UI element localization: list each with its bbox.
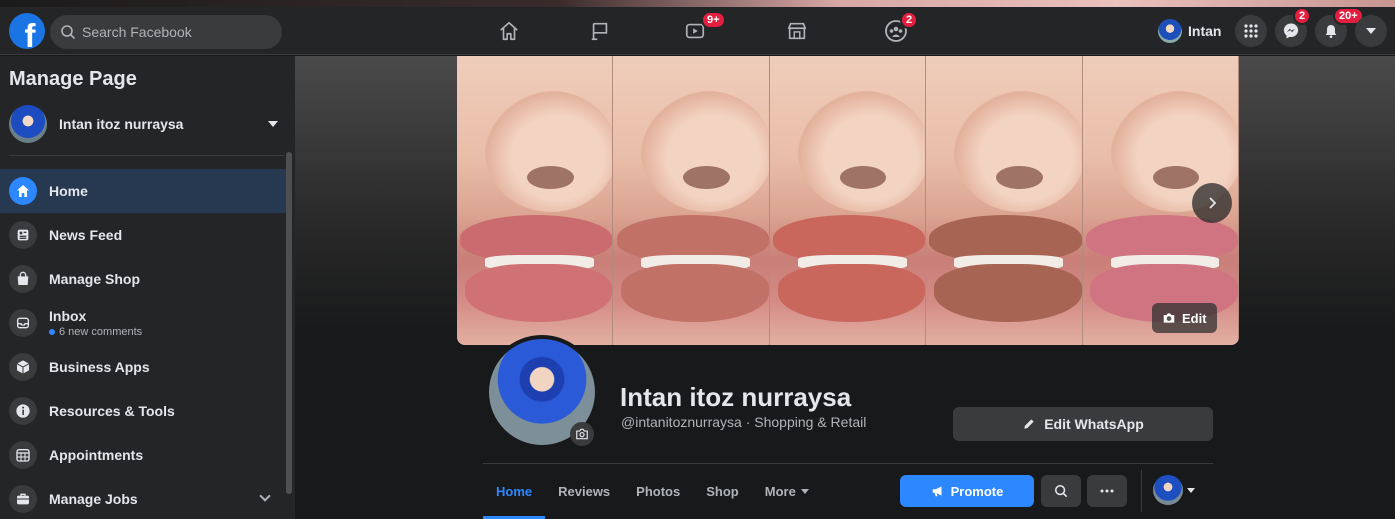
megaphone-icon (932, 486, 942, 497)
pages-flag-icon[interactable] (586, 17, 614, 45)
facebook-logo-icon[interactable]: f (9, 13, 45, 49)
messenger-icon (1283, 23, 1299, 39)
page-avatar (9, 105, 47, 143)
cube-icon (9, 353, 37, 381)
avatar (1153, 475, 1183, 505)
grid-icon (1244, 24, 1258, 38)
cover-panel (457, 56, 614, 345)
home-icon (9, 177, 37, 205)
page-switcher-name: Intan itoz nurraysa (59, 116, 184, 132)
profile-camera-button[interactable] (570, 422, 594, 446)
chevron-right-icon (1209, 197, 1217, 209)
ellipsis-icon (1100, 489, 1114, 493)
sidebar-nav: Home News Feed Manage Shop Inbox 6 new c… (0, 169, 287, 519)
unread-dot (49, 329, 55, 335)
tab-shop[interactable]: Shop (693, 464, 752, 519)
page-search-button[interactable] (1041, 475, 1081, 507)
promote-button[interactable]: Promote (900, 475, 1034, 507)
promote-label: Promote (950, 483, 1004, 499)
cover-panel (613, 56, 770, 345)
chevron-down-icon[interactable] (259, 490, 271, 502)
profile-shortcut[interactable]: Intan (1158, 15, 1221, 47)
cover-panel (769, 56, 927, 345)
tab-more[interactable]: More (752, 464, 822, 519)
profile-shortcut-name: Intan (1188, 23, 1222, 39)
inbox-icon (9, 309, 37, 337)
bell-icon (1325, 25, 1337, 38)
caret-down-icon (268, 121, 278, 127)
tab-label: Reviews (558, 484, 611, 499)
sidebar-item-label: Appointments (49, 447, 144, 463)
sidebar-item-business-apps[interactable]: Business Apps (0, 345, 287, 389)
page-main: Edit Intan itoz nurraysa @intanitoznurra… (295, 56, 1395, 519)
sidebar-item-label: Resources & Tools (49, 403, 175, 419)
tab-label: Shop (706, 484, 739, 499)
sidebar-item-label: News Feed (49, 227, 123, 243)
sidebar-item-manage-shop[interactable]: Manage Shop (0, 257, 287, 301)
page-switcher[interactable]: Intan itoz nurraysa (9, 104, 284, 144)
tab-home[interactable]: Home (483, 464, 546, 519)
sidebar-item-appointments[interactable]: Appointments (0, 433, 287, 477)
caret-down-icon (1187, 487, 1195, 493)
caret-down-icon (800, 489, 809, 494)
caret-down-icon (1366, 28, 1376, 34)
search-icon (1054, 484, 1068, 498)
calendar-icon (9, 441, 37, 469)
groups-badge: 2 (900, 11, 919, 29)
page-tabs: Home Reviews Photos Shop More (483, 464, 822, 519)
info-icon (9, 397, 37, 425)
marketplace-icon[interactable] (783, 17, 811, 45)
briefcase-icon (9, 485, 37, 513)
sidebar-item-news-feed[interactable]: News Feed (0, 213, 287, 257)
tab-photos[interactable]: Photos (623, 464, 693, 519)
tab-label: Photos (636, 484, 681, 499)
tab-label: Home (496, 484, 533, 499)
page-title: Intan itoz nurraysa (620, 382, 852, 412)
messenger-badge: 2 (1293, 7, 1312, 25)
sidebar-title: Manage Page (9, 68, 137, 90)
camera-icon (576, 428, 588, 440)
avatar (1158, 19, 1182, 43)
edit-cover-button[interactable]: Edit (1152, 303, 1217, 333)
shop-bag-icon (9, 265, 37, 293)
sidebar-item-home[interactable]: Home (0, 169, 287, 213)
camera-icon (1163, 313, 1175, 323)
sidebar-item-label: Manage Shop (49, 271, 141, 287)
search-box[interactable] (50, 15, 282, 49)
search-input[interactable] (82, 24, 272, 40)
sidebar-item-inbox[interactable]: Inbox 6 new comments (0, 301, 287, 345)
manage-page-sidebar: Manage Page Intan itoz nurraysa Home New… (0, 56, 295, 519)
cover-next-button[interactable] (1192, 183, 1232, 223)
divider (1141, 470, 1142, 512)
account-menu-button[interactable] (1355, 15, 1387, 47)
inbox-status: 6 new comments (49, 326, 142, 338)
sidebar-item-label: Business Apps (49, 359, 150, 375)
home-nav-icon[interactable] (495, 17, 523, 45)
pencil-icon (1024, 419, 1034, 429)
watch-badge: 9+ (701, 11, 726, 29)
sidebar-item-label: Manage Jobs (49, 491, 138, 507)
sidebar-item-resources-tools[interactable]: Resources & Tools (0, 389, 287, 433)
cover-panel (926, 56, 1083, 345)
tab-label: More (764, 484, 796, 499)
divider (9, 155, 284, 156)
menu-grid-button[interactable] (1235, 15, 1267, 47)
sidebar-item-label: Inbox (49, 308, 87, 324)
news-feed-icon (9, 221, 37, 249)
tab-reviews[interactable]: Reviews (545, 464, 623, 519)
edit-cover-label: Edit (1182, 310, 1207, 326)
cover-top-strip (0, 0, 1395, 7)
voice-switcher-button[interactable] (1153, 475, 1195, 505)
top-navigation-bar: f 9+ 2 Intan 2 20+ (0, 7, 1395, 55)
sidebar-item-manage-jobs[interactable]: Manage Jobs (0, 477, 287, 519)
cover-photo[interactable] (457, 56, 1239, 345)
edit-whatsapp-label: Edit WhatsApp (1044, 416, 1144, 432)
more-options-button[interactable] (1087, 475, 1127, 507)
sidebar-item-label: Home (49, 183, 88, 199)
page-handle-category: @intanitoznurraysa · Shopping & Retail (621, 414, 867, 430)
search-icon (61, 25, 76, 40)
inbox-status-text: 6 new comments (59, 326, 143, 338)
edit-whatsapp-button[interactable]: Edit WhatsApp (953, 407, 1213, 441)
sidebar-scrollbar[interactable] (286, 152, 292, 494)
